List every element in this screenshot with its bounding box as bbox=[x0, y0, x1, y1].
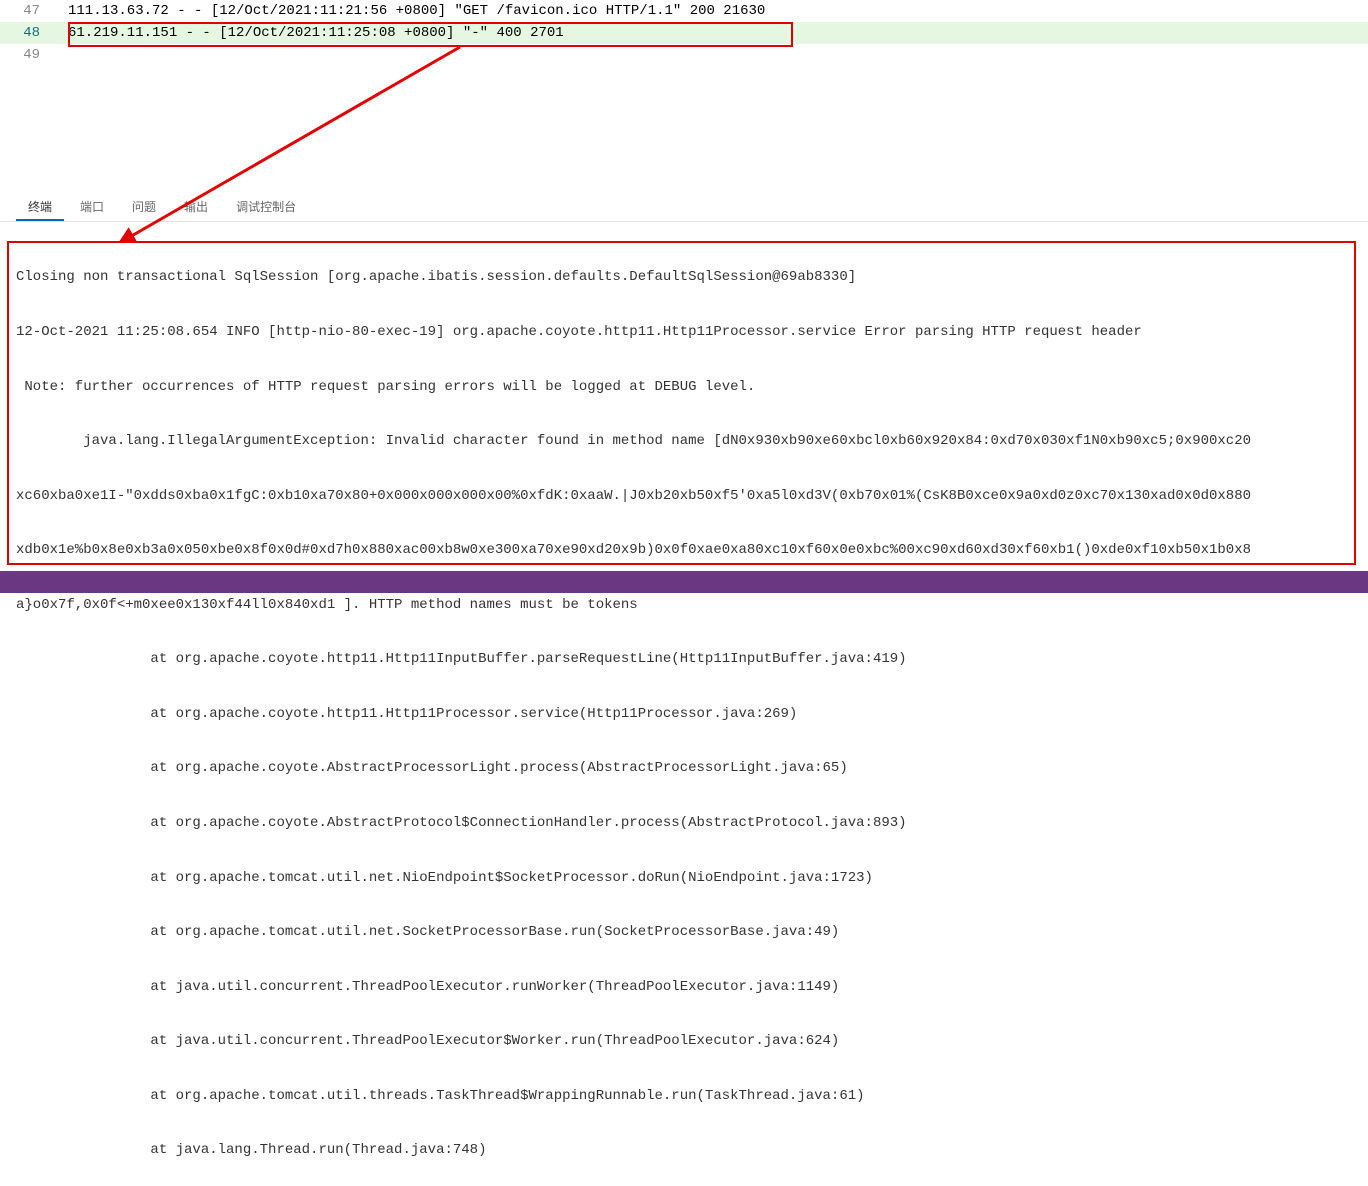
terminal-line: Closing non transactional SqlSession [or… bbox=[16, 268, 1352, 286]
terminal-line: at org.apache.coyote.http11.Http11InputB… bbox=[16, 650, 1352, 668]
terminal-line: java.lang.IllegalArgumentException: Inva… bbox=[16, 432, 1352, 450]
terminal-line: at org.apache.tomcat.util.net.SocketProc… bbox=[16, 923, 1352, 941]
tab-debug-console[interactable]: 调试控制台 bbox=[224, 194, 308, 221]
code-line[interactable]: 47 111.13.63.72 - - [12/Oct/2021:11:21:5… bbox=[0, 0, 1368, 22]
terminal-line: xdb0x1e%b0x8e0xb3a0x050xbe0x8f0x0d#0xd7h… bbox=[16, 541, 1352, 559]
terminal-line: at org.apache.coyote.http11.Http11Proces… bbox=[16, 705, 1352, 723]
tab-problems[interactable]: 问题 bbox=[120, 194, 168, 221]
terminal-line: a}o0x7f,0x0f<+m0xee0x130xf44ll0x840xd1 ]… bbox=[16, 596, 1352, 614]
line-content: 61.219.11.151 - - [12/Oct/2021:11:25:08 … bbox=[60, 25, 564, 41]
terminal-line: at java.util.concurrent.ThreadPoolExecut… bbox=[16, 1032, 1352, 1050]
line-content: 111.13.63.72 - - [12/Oct/2021:11:21:56 +… bbox=[60, 3, 765, 19]
line-number: 48 bbox=[0, 25, 60, 41]
status-bar[interactable] bbox=[0, 571, 1368, 593]
panel-tabs: 终端 端口 问题 输出 调试控制台 bbox=[0, 188, 1368, 222]
terminal-line: at org.apache.tomcat.util.net.NioEndpoin… bbox=[16, 869, 1352, 887]
terminal-line: xc60xba0xe1I-"0xdds0xba0x1fgC:0xb10xa70x… bbox=[16, 487, 1352, 505]
code-line[interactable]: 49 bbox=[0, 44, 1368, 66]
terminal-content[interactable]: Closing non transactional SqlSession [or… bbox=[0, 222, 1368, 1186]
tab-output[interactable]: 输出 bbox=[172, 194, 220, 221]
tab-terminal[interactable]: 终端 bbox=[16, 194, 64, 221]
line-number: 47 bbox=[0, 3, 60, 19]
tab-ports[interactable]: 端口 bbox=[68, 194, 116, 221]
terminal-line: at java.lang.Thread.run(Thread.java:748) bbox=[16, 1141, 1352, 1159]
terminal-line: 12-Oct-2021 11:25:08.654 INFO [http-nio-… bbox=[16, 323, 1352, 341]
terminal-line: at java.util.concurrent.ThreadPoolExecut… bbox=[16, 978, 1352, 996]
terminal-line: at org.apache.tomcat.util.threads.TaskTh… bbox=[16, 1087, 1352, 1105]
line-number: 49 bbox=[0, 47, 60, 63]
editor-area: 47 111.13.63.72 - - [12/Oct/2021:11:21:5… bbox=[0, 0, 1368, 66]
panel-area: 终端 端口 问题 输出 调试控制台 Closing non transactio… bbox=[0, 188, 1368, 1186]
terminal-line: at org.apache.coyote.AbstractProcessorLi… bbox=[16, 759, 1352, 777]
terminal-line: Note: further occurrences of HTTP reques… bbox=[16, 378, 1352, 396]
code-line-highlighted[interactable]: 48 61.219.11.151 - - [12/Oct/2021:11:25:… bbox=[0, 22, 1368, 44]
terminal-line: at org.apache.coyote.AbstractProtocol$Co… bbox=[16, 814, 1352, 832]
